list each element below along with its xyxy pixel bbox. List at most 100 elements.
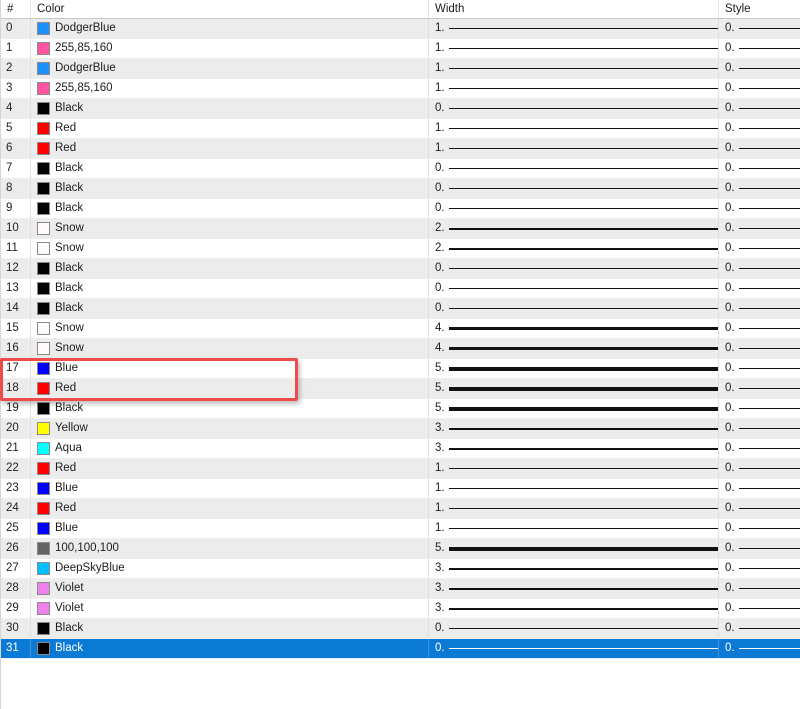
cell-width[interactable]: 0. [429,179,719,198]
cell-style[interactable]: 0. [719,399,800,418]
cell-width[interactable]: 4. [429,319,719,338]
table-row[interactable]: 0 DodgerBlue 1. 0. [1,19,800,39]
table-row[interactable]: 20 Yellow 3. 0. [1,419,800,439]
cell-style[interactable]: 0. [719,579,800,598]
cell-color[interactable]: Black [31,159,429,178]
table-row[interactable]: 22 Red 1. 0. [1,459,800,479]
table-row[interactable]: 23 Blue 1. 0. [1,479,800,499]
cell-style[interactable]: 0. [719,179,800,198]
cell-width[interactable]: 0. [429,299,719,318]
cell-color[interactable]: Snow [31,219,429,238]
cell-style[interactable]: 0. [719,639,800,658]
cell-color[interactable]: Yellow [31,419,429,438]
cell-color[interactable]: Black [31,279,429,298]
cell-color[interactable]: 255,85,160 [31,39,429,58]
column-header-color[interactable]: Color [31,0,429,18]
table-row[interactable]: 1 255,85,160 1. 0. [1,39,800,59]
cell-width[interactable]: 5. [429,399,719,418]
table-row[interactable]: 18 Red 5. 0. [1,379,800,399]
table-row[interactable]: 2 DodgerBlue 1. 0. [1,59,800,79]
table-row[interactable]: 27 DeepSkyBlue 3. 0. [1,559,800,579]
cell-style[interactable]: 0. [719,459,800,478]
cell-color[interactable]: Black [31,399,429,418]
cell-color[interactable]: Blue [31,519,429,538]
cell-width[interactable]: 3. [429,579,719,598]
cell-color[interactable]: Red [31,119,429,138]
cell-color[interactable]: Black [31,299,429,318]
cell-width[interactable]: 1. [429,19,719,38]
cell-color[interactable]: Snow [31,319,429,338]
table-row[interactable]: 11 Snow 2. 0. [1,239,800,259]
cell-color[interactable]: Black [31,259,429,278]
table-row[interactable]: 28 Violet 3. 0. [1,579,800,599]
cell-style[interactable]: 0. [719,559,800,578]
cell-width[interactable]: 1. [429,139,719,158]
cell-style[interactable]: 0. [719,139,800,158]
cell-width[interactable]: 5. [429,359,719,378]
cell-color[interactable]: Red [31,499,429,518]
table-row[interactable]: 21 Aqua 3. 0. [1,439,800,459]
cell-style[interactable]: 0. [719,39,800,58]
cell-color[interactable]: DeepSkyBlue [31,559,429,578]
cell-style[interactable]: 0. [719,99,800,118]
cell-style[interactable]: 0. [719,339,800,358]
cell-style[interactable]: 0. [719,59,800,78]
cell-style[interactable]: 0. [719,439,800,458]
cell-width[interactable]: 0. [429,259,719,278]
cell-width[interactable]: 0. [429,159,719,178]
cell-color[interactable]: Violet [31,579,429,598]
cell-width[interactable]: 1. [429,479,719,498]
cell-style[interactable]: 0. [719,159,800,178]
cell-width[interactable]: 0. [429,639,719,658]
table-row[interactable]: 8 Black 0. 0. [1,179,800,199]
column-header-width[interactable]: Width [429,0,719,18]
cell-width[interactable]: 1. [429,79,719,98]
cell-width[interactable]: 2. [429,219,719,238]
cell-style[interactable]: 0. [719,619,800,638]
column-header-style[interactable]: Style [719,0,800,18]
grid-body[interactable]: 0 DodgerBlue 1. 0. 1 255,85,160 1. 0. 2 DodgerBlu… [1,19,800,659]
cell-style[interactable]: 0. [719,319,800,338]
cell-style[interactable]: 0. [719,479,800,498]
table-row[interactable]: 5 Red 1. 0. [1,119,800,139]
cell-style[interactable]: 0. [719,219,800,238]
cell-color[interactable]: Red [31,379,429,398]
cell-width[interactable]: 1. [429,459,719,478]
cell-style[interactable]: 0. [719,259,800,278]
cell-width[interactable]: 0. [429,199,719,218]
cell-style[interactable]: 0. [719,599,800,618]
cell-color[interactable]: Black [31,619,429,638]
cell-width[interactable]: 3. [429,419,719,438]
table-row[interactable]: 13 Black 0. 0. [1,279,800,299]
table-row[interactable]: 29 Violet 3. 0. [1,599,800,619]
cell-style[interactable]: 0. [719,299,800,318]
cell-style[interactable]: 0. [719,539,800,558]
cell-width[interactable]: 0. [429,279,719,298]
cell-width[interactable]: 2. [429,239,719,258]
cell-width[interactable]: 4. [429,339,719,358]
cell-width[interactable]: 5. [429,379,719,398]
cell-style[interactable]: 0. [719,119,800,138]
table-row[interactable]: 7 Black 0. 0. [1,159,800,179]
cell-color[interactable]: Snow [31,339,429,358]
cell-width[interactable]: 3. [429,439,719,458]
cell-width[interactable]: 0. [429,619,719,638]
table-row[interactable]: 10 Snow 2. 0. [1,219,800,239]
column-header-index[interactable]: # [1,0,31,18]
cell-style[interactable]: 0. [719,419,800,438]
table-row[interactable]: 26 100,100,100 5. 0. [1,539,800,559]
cell-color[interactable]: Black [31,179,429,198]
table-row[interactable]: 15 Snow 4. 0. [1,319,800,339]
cell-style[interactable]: 0. [719,279,800,298]
table-row[interactable]: 3 255,85,160 1. 0. [1,79,800,99]
cell-width[interactable]: 1. [429,119,719,138]
table-row[interactable]: 16 Snow 4. 0. [1,339,800,359]
cell-style[interactable]: 0. [719,379,800,398]
cell-width[interactable]: 1. [429,39,719,58]
table-row[interactable]: 9 Black 0. 0. [1,199,800,219]
cell-width[interactable]: 5. [429,539,719,558]
table-row[interactable]: 19 Black 5. 0. [1,399,800,419]
cell-style[interactable]: 0. [719,499,800,518]
cell-width[interactable]: 1. [429,59,719,78]
table-row[interactable]: 24 Red 1. 0. [1,499,800,519]
